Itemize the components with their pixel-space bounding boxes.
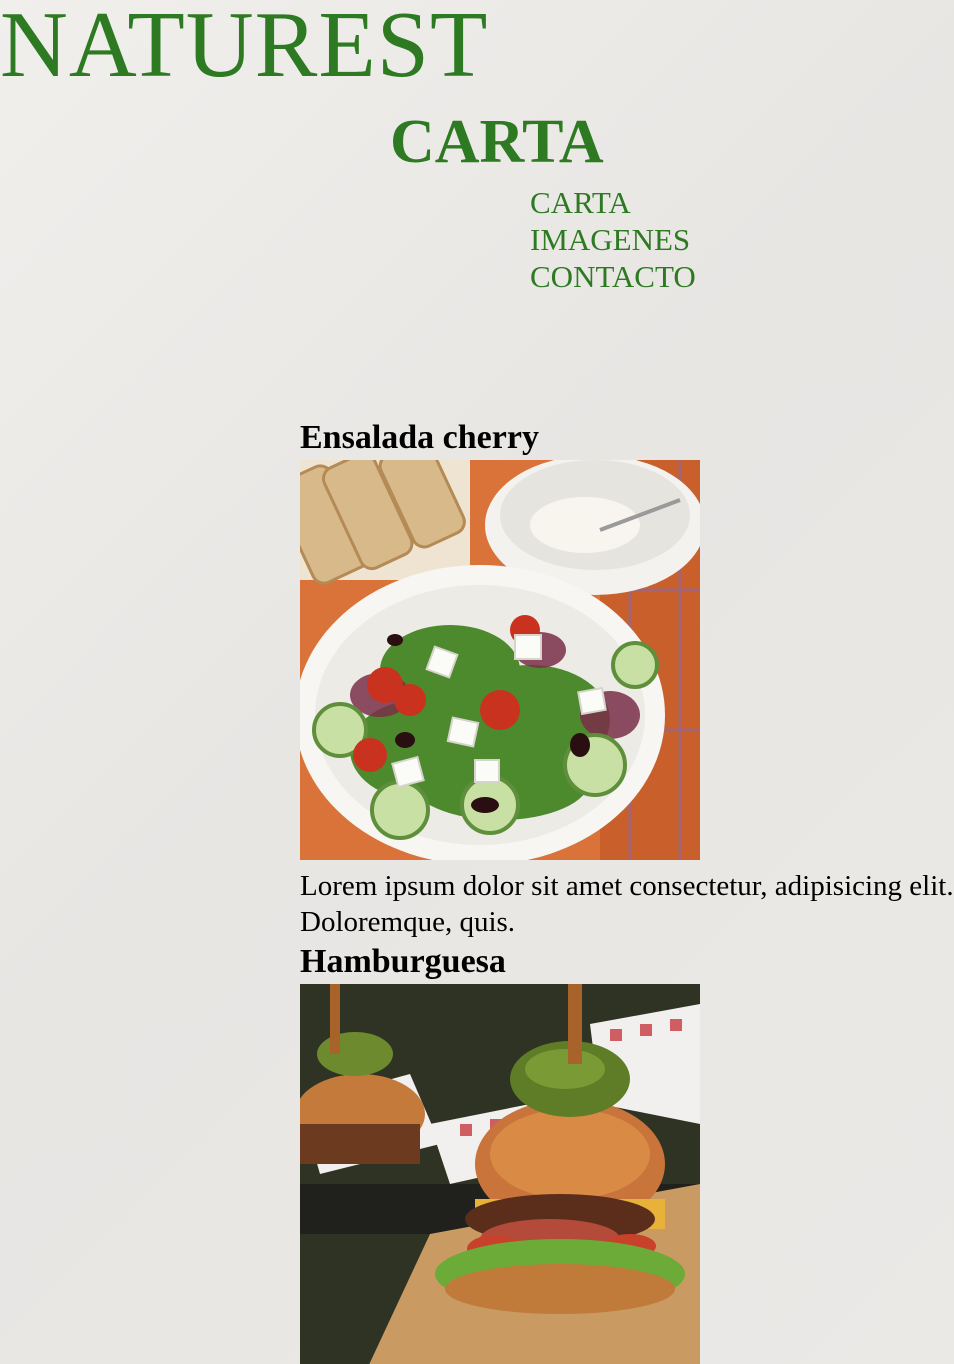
brand-logo-text[interactable]: NATUREST — [0, 0, 488, 97]
salad-photo — [300, 460, 700, 860]
page: NATUREST CARTA CARTA IMAGENES CONTACTO E… — [0, 0, 954, 1364]
menu-item-description: Lorem ipsum dolor sit amet consectetur, … — [300, 870, 954, 938]
menu-item-title: Hamburguesa — [300, 943, 506, 980]
burger-image — [300, 984, 700, 1364]
nav-item-contacto[interactable]: CONTACTO — [530, 258, 696, 295]
salad-image — [300, 460, 700, 860]
page-title: CARTA — [390, 108, 604, 176]
nav-item-imagenes[interactable]: IMAGENES — [530, 221, 696, 258]
menu-item-title: Ensalada cherry — [300, 419, 539, 456]
main-nav: CARTA IMAGENES CONTACTO — [530, 184, 696, 295]
menu-item-hamburguesa: Hamburguesa — [300, 940, 954, 1364]
nav-item-carta[interactable]: CARTA — [530, 184, 696, 221]
burger-photo — [300, 984, 700, 1364]
menu-list: Ensalada cherry Lorem ipsum dolor sit am… — [300, 416, 954, 1364]
menu-item-ensalada: Ensalada cherry Lorem ipsum dolor sit am… — [300, 416, 954, 940]
